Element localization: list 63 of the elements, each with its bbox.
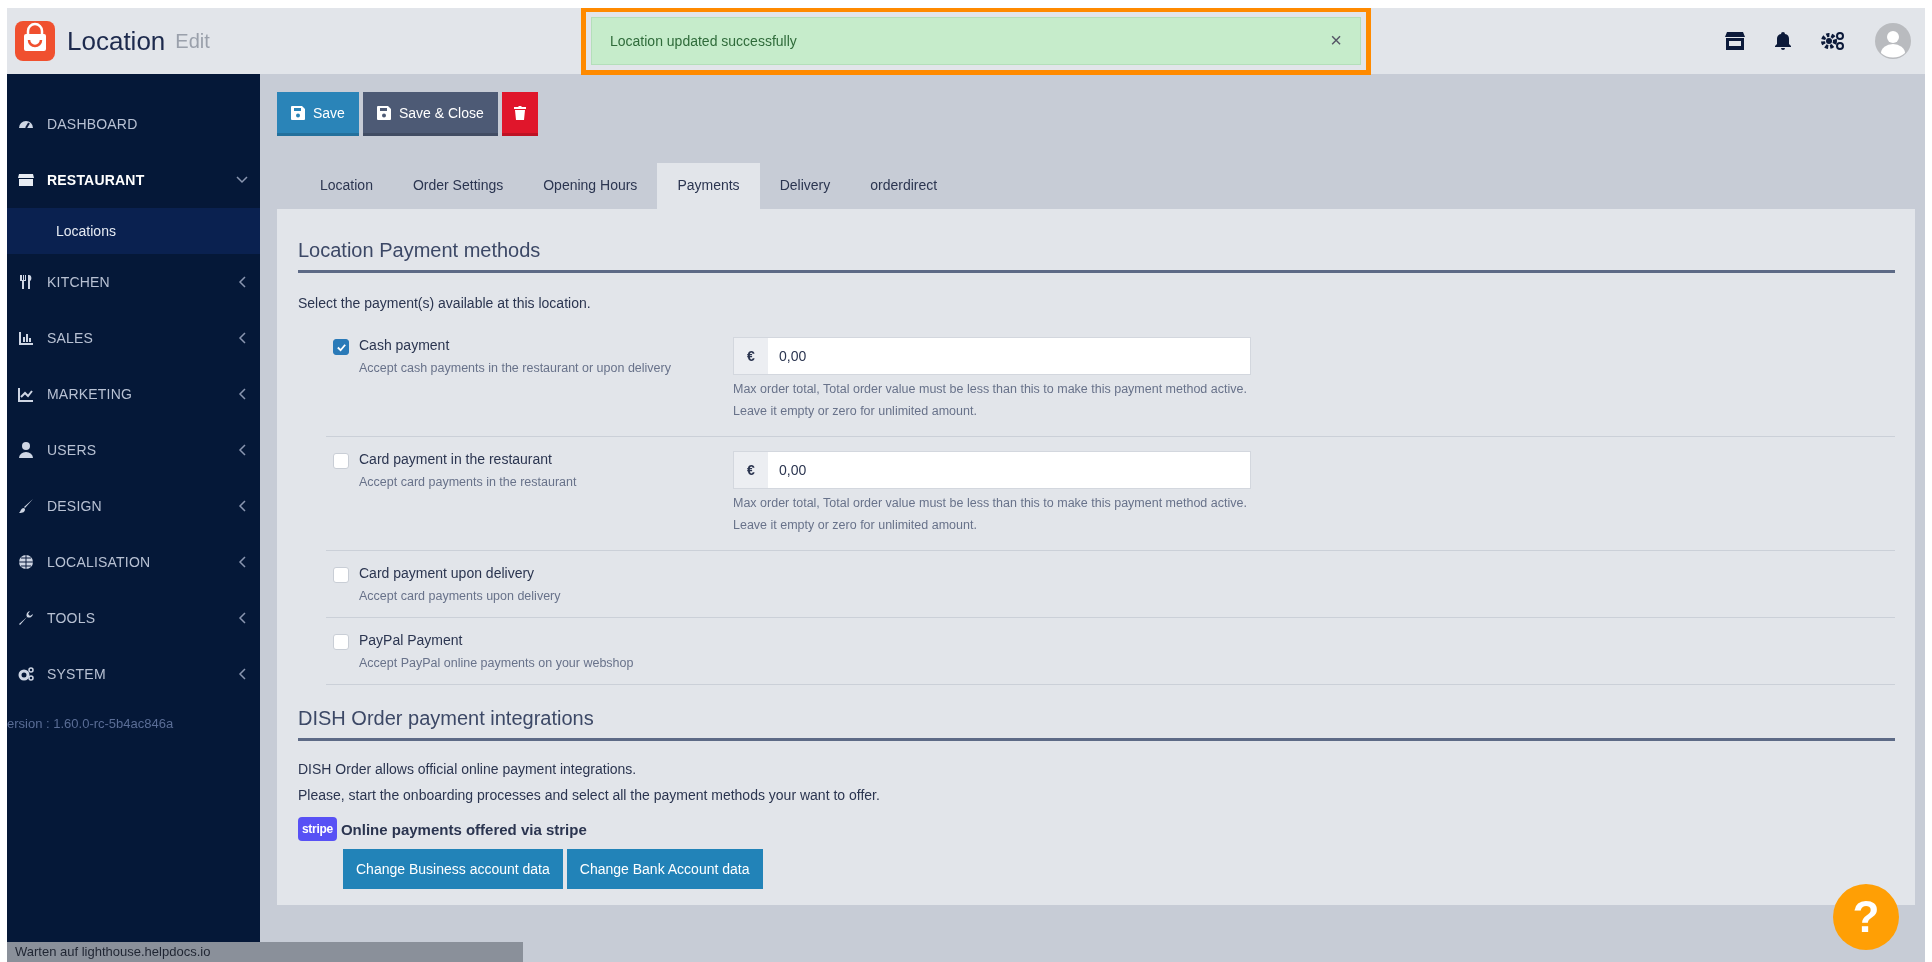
stripe-label: Online payments offered via stripe [340, 820, 587, 838]
sidebar-item[interactable]: USERS [7, 422, 260, 478]
payment-method-name: Card payment upon delivery [359, 565, 536, 581]
max-total-field[interactable]: € 0,00 [733, 337, 1251, 375]
store-icon[interactable] [1725, 32, 1745, 50]
user-icon [18, 442, 34, 458]
sidebar-item[interactable]: LOCALISATION [7, 534, 260, 590]
account-data-button[interactable]: Change Bank Account data [566, 849, 763, 889]
save-button[interactable]: Save [277, 92, 359, 136]
sidebar-item[interactable]: RESTAURANT [7, 152, 260, 208]
store-icon [18, 172, 34, 188]
bar-chart-icon [18, 330, 34, 346]
tab[interactable]: orderdirect [850, 163, 958, 209]
account-data-button[interactable]: Change Business account data [343, 849, 563, 889]
brush-icon [18, 498, 34, 514]
tab[interactable]: Order Settings [392, 163, 524, 209]
sidebar-subitem[interactable]: Locations [7, 208, 260, 254]
wrench-icon [18, 610, 34, 626]
tab[interactable]: Location [300, 163, 393, 209]
section-title: DISH Order payment integrations [298, 707, 1895, 741]
section-title: Location Payment methods [298, 239, 1895, 273]
delete-button[interactable] [501, 92, 538, 136]
sidebar-item[interactable]: SALES [7, 310, 260, 366]
sidebar-item[interactable]: TOOLS [7, 590, 260, 646]
description-text: DISH Order allows official online payment integrations. [298, 761, 638, 777]
payment-method-description: Accept card payments in the restaurant [359, 475, 577, 489]
save-close-button[interactable]: Save & Close [362, 92, 498, 136]
globe-icon [18, 554, 34, 570]
settings-icon [18, 666, 34, 682]
utensils-icon [18, 274, 34, 290]
payment-method-description: Accept PayPal online payments on your webshop [359, 656, 634, 670]
tab[interactable]: Payments [657, 163, 760, 209]
bell-icon[interactable] [1775, 32, 1791, 50]
payment-method-description: Accept cash payments in the restaurant or upon delivery [359, 361, 671, 375]
sidebar-item[interactable]: DESIGN [7, 478, 260, 534]
payment-method-name: Card payment in the restaurant [359, 451, 553, 467]
version-text: ersion : 1.60.0-rc-5b4ac846a [7, 715, 175, 731]
description-text: Please, start the onboarding processes and select all the payment methods your want to offer. [298, 787, 881, 803]
sidebar-item[interactable]: SYSTEM [7, 646, 260, 702]
help-text: Max order total, Total order value must be less than this to make this payment method active. Leave it empty or zero for unlimited amount. [733, 495, 1248, 534]
help-text: Max order total, Total order value must be less than this to make this payment method active. Leave it empty or zero for unlimited amount. [733, 381, 1248, 420]
shopping-bag-logo-icon [15, 21, 55, 61]
payment-method-description: Accept card payments upon delivery [359, 589, 561, 603]
toast-message: Location updated successfully [610, 32, 797, 49]
trash-icon [513, 105, 526, 120]
checkbox[interactable] [333, 339, 349, 355]
page-title: Location [67, 25, 166, 57]
intro-text: Select the payment(s) available at this location. [298, 295, 592, 311]
sidebar-item[interactable]: KITCHEN [7, 254, 260, 310]
tab[interactable]: Delivery [759, 163, 851, 209]
close-button[interactable]: × [1330, 29, 1342, 52]
status-bar: Warten auf lighthouse.helpdocs.io [7, 942, 523, 962]
max-total-field[interactable]: € 0,00 [733, 451, 1251, 489]
payment-method-name: PayPal Payment [359, 632, 464, 648]
tab[interactable]: Opening Hours [523, 163, 658, 209]
settings-icon[interactable] [1821, 32, 1845, 50]
sidebar-item[interactable]: MARKETING [7, 366, 260, 422]
sidebar-item[interactable]: DASHBOARD [7, 96, 260, 152]
line-chart-icon [18, 386, 34, 402]
check-icon [335, 341, 347, 353]
page-subtitle: Edit [175, 29, 210, 53]
payment-method-name: Cash payment [359, 337, 451, 353]
stripe-logo: stripe [298, 817, 337, 841]
